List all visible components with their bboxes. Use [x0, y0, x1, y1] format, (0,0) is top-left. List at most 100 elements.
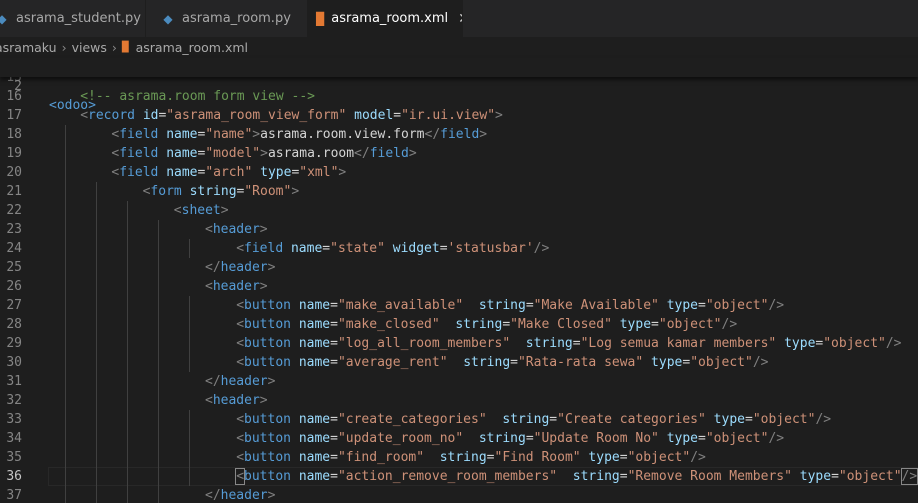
code-line[interactable]: 37 </header>: [0, 486, 918, 503]
code-line[interactable]: 21 <form string="Room">: [0, 182, 918, 201]
token-ang: <: [236, 298, 245, 313]
token-ang: <: [236, 412, 245, 427]
indent-guide: [95, 201, 97, 220]
tab-label: asrama_room.xml: [331, 11, 449, 26]
token-attr: name: [298, 412, 331, 427]
code-line[interactable]: 27 <button name="make_available" string="…: [0, 296, 918, 315]
tab-asrama-student-py[interactable]: ◆ asrama_student.py: [0, 0, 146, 37]
indent-guide: [127, 486, 128, 503]
indent-guide: [158, 277, 160, 296]
token-str: "create_categories": [337, 412, 487, 427]
token-ang: <: [236, 450, 245, 465]
code-line[interactable]: 22 <sheet>: [0, 201, 918, 220]
indent-guide: [95, 277, 97, 296]
token-ang: </: [354, 146, 370, 161]
code-text: <header>: [205, 277, 268, 296]
code-line[interactable]: 30 <button name="average_rent" string="Ra…: [0, 353, 918, 372]
breadcrumb-item-views[interactable]: views: [72, 40, 107, 55]
token-eq: =: [525, 431, 534, 446]
token-tag: field: [440, 127, 480, 142]
editor-tab-bar: ◆ asrama_student.py ◆ asrama_room.py ▉ a…: [0, 0, 918, 37]
token-txt: asrama.room.view.form: [260, 127, 425, 142]
token-ang: <: [236, 355, 245, 370]
token-ang: />: [815, 412, 832, 427]
token-ang: >: [259, 393, 268, 408]
indent-guide: [64, 467, 66, 486]
token-str: 'statusbar': [447, 241, 534, 256]
token-tag: button: [244, 355, 291, 370]
indent-guide: [127, 201, 128, 220]
indent-guide: [158, 429, 160, 448]
token-attr: string: [455, 317, 503, 332]
code-text: <record id="asrama_room_view_form" model…: [80, 106, 503, 125]
indent-guide: [64, 125, 66, 144]
code-line[interactable]: 19 <field name="model">asrama.room</field…: [0, 144, 918, 163]
breadcrumb-item-file[interactable]: asrama_room.xml: [136, 40, 248, 55]
indent-guide: [95, 410, 97, 429]
code-line[interactable]: 20 <field name="arch" type="xml">: [0, 163, 918, 182]
code-line[interactable]: 16 <!-- asrama.room form view -->: [0, 87, 918, 106]
token-str: "Make Closed": [510, 317, 612, 332]
token-attr: string: [572, 469, 620, 484]
code-line[interactable]: 31 </header>: [0, 372, 918, 391]
token-str: "object": [627, 450, 691, 465]
indent-guide: [95, 296, 97, 315]
indent-guide: [189, 467, 191, 486]
code-line[interactable]: 18 <field name="name">asrama.room.view.fo…: [0, 125, 918, 144]
token-eq: =: [651, 317, 659, 332]
indent-guide: [127, 220, 128, 239]
token-ang: >: [408, 146, 417, 161]
token-attr: string: [189, 184, 237, 199]
token-eq: =: [502, 317, 511, 332]
token-ang: <: [235, 468, 245, 485]
code-line[interactable]: 26 <header>: [0, 277, 918, 296]
token-attr: type: [784, 336, 816, 351]
code-line[interactable]: 28 <button name="make_closed" string="Mak…: [0, 315, 918, 334]
code-editor[interactable]: 15 16 <!-- asrama.room form view --> 17 <rec…: [0, 77, 918, 503]
tab-asrama-room-xml[interactable]: ▉ asrama_room.xml ✕: [308, 0, 463, 37]
token-str: "object": [838, 469, 902, 484]
token-ang: >: [260, 146, 268, 161]
code-text: <header>: [205, 391, 268, 410]
line-number: 19: [6, 146, 22, 161]
indent-guide: [95, 353, 97, 372]
indent-guide: [64, 448, 66, 467]
token-ang: />: [690, 450, 706, 465]
indent-guide: [127, 448, 128, 467]
token-ang: </: [205, 374, 221, 389]
token-attr: name: [298, 469, 331, 484]
code-line[interactable]: 17 <record id="asrama_room_view_form" mod…: [0, 106, 918, 125]
indent-guide: [189, 353, 191, 372]
sticky-scroll-line[interactable]: 2 <odoo>: [0, 58, 918, 113]
close-icon[interactable]: ✕: [458, 11, 462, 27]
code-line[interactable]: 15: [0, 77, 918, 87]
indent-guide: [95, 486, 97, 503]
token-tag: header: [212, 279, 260, 294]
code-line[interactable]: 24 <field name="state" widget='statusbar'…: [0, 239, 918, 258]
code-line[interactable]: 33 <button name="create_categories" strin…: [0, 410, 918, 429]
code-line[interactable]: 35 <button name="find_room" string="Find …: [0, 448, 918, 467]
code-line[interactable]: 34 <button name="update_room_no" string="…: [0, 429, 918, 448]
code-line[interactable]: 25 </header>: [0, 258, 918, 277]
code-line[interactable]: 36 <button name="action_remove_room_membe…: [0, 467, 918, 486]
indent-guide: [95, 315, 97, 334]
breadcrumb-item-folder[interactable]: asramaku: [0, 40, 57, 55]
token-tag: button: [244, 336, 291, 351]
token-attr: type: [651, 355, 683, 370]
code-line[interactable]: 32 <header>: [0, 391, 918, 410]
indent-guide: [158, 353, 160, 372]
token-attr: id: [142, 108, 159, 123]
code-line[interactable]: 23 <header>: [0, 220, 918, 239]
token-ang: <: [236, 431, 245, 446]
token-tag: button: [244, 298, 291, 313]
token-str: "model": [205, 146, 261, 161]
tab-asrama-room-py[interactable]: ◆ asrama_room.py: [146, 0, 308, 37]
token-tag: button: [244, 450, 291, 465]
code-line[interactable]: 29 <button name="log_all_room_members" st…: [0, 334, 918, 353]
code-text: <button name="log_all_room_members" stri…: [236, 334, 901, 353]
